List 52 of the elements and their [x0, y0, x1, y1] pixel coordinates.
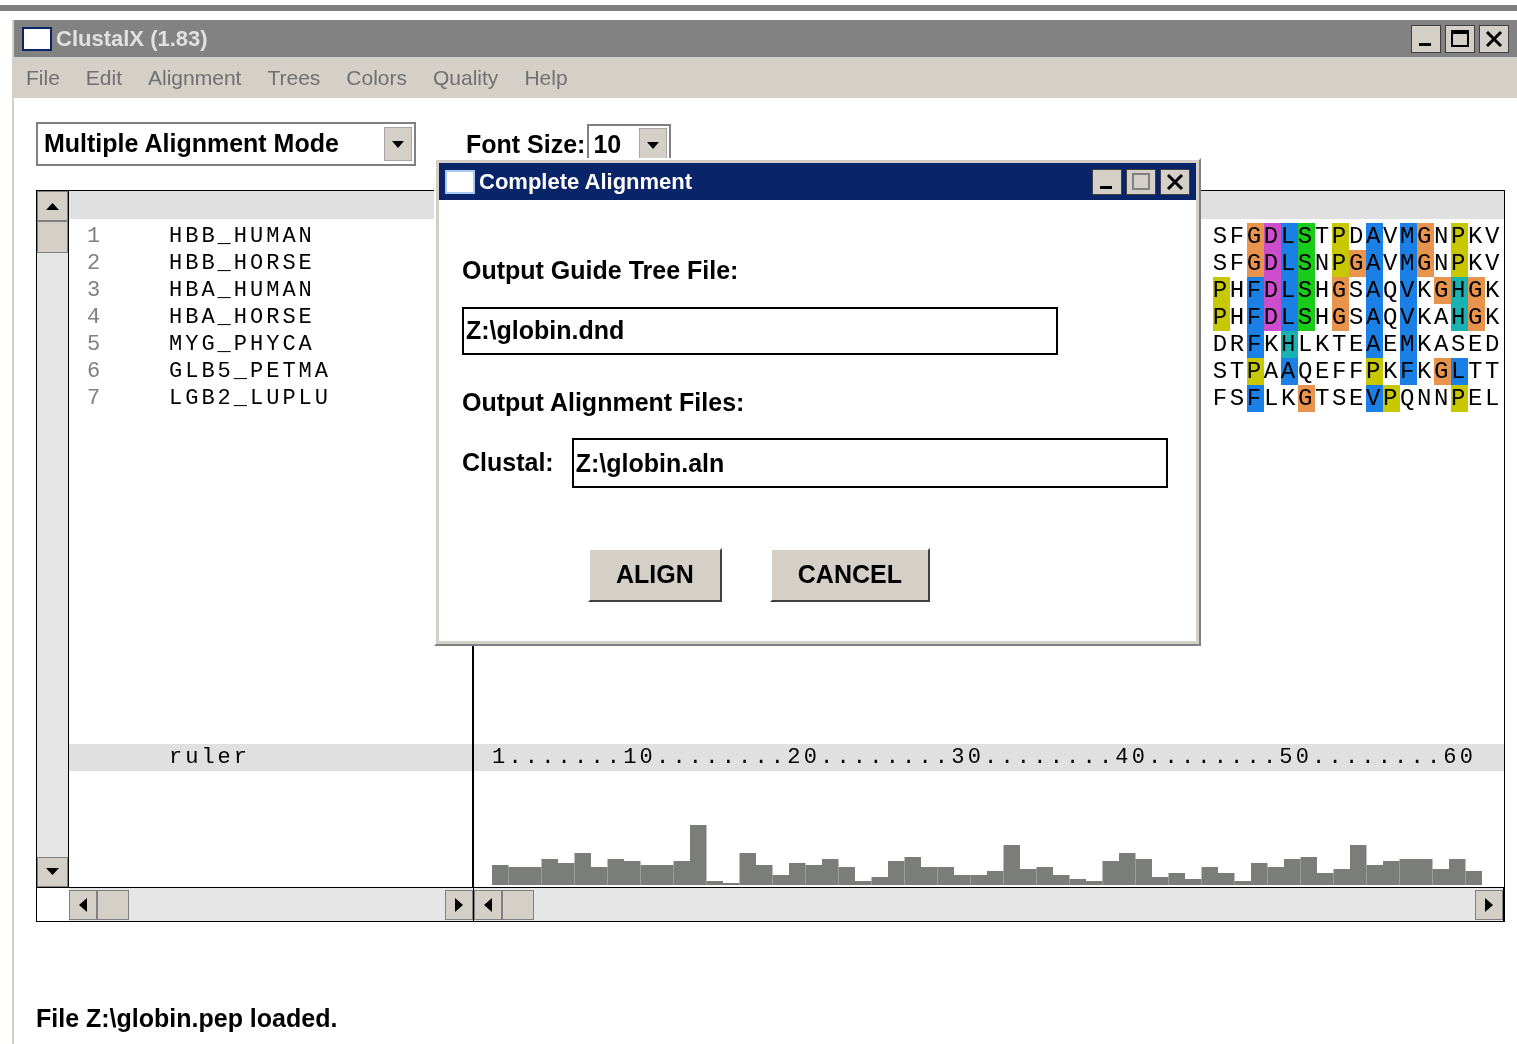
- histogram-bar: [492, 865, 509, 885]
- dialog-button[interactable]: CANCEL: [769, 548, 930, 602]
- window-title: ClustalX (1.83): [56, 25, 208, 53]
- window-icon: [445, 169, 475, 194]
- sequence-row: FS F LKG TSEV P QNN P EL: [1212, 385, 1502, 412]
- row-number: 6: [86, 358, 102, 386]
- histogram-bar: [970, 875, 987, 885]
- maximize-button[interactable]: [1445, 24, 1475, 53]
- status-message: File Z:\globin.pep loaded.: [36, 1003, 339, 1034]
- field-label: Output Alignment Files:: [462, 386, 746, 418]
- scroll-up-button[interactable]: [37, 191, 68, 221]
- row-number: 5: [86, 331, 102, 359]
- scrollbar-thumb[interactable]: [502, 889, 534, 920]
- sequence-row: P H F D L S H G SAQV KAH G K: [1212, 304, 1502, 331]
- ruler-scale: 1.......10........20........30........40........50........60: [492, 744, 1477, 772]
- field-label: Output Guide Tree File:: [462, 255, 740, 286]
- ruler-label: ruler: [169, 744, 250, 772]
- field-label: Clustal:: [462, 447, 554, 479]
- minimize-button[interactable]: [1092, 168, 1122, 195]
- sequence-row: SF G D L STP DAVM G N P KV: [1212, 223, 1502, 250]
- minimize-button[interactable]: [1411, 24, 1441, 53]
- window-icon: [22, 26, 52, 51]
- sequence-row: SF G D L S N P GAVM G N P KV: [1212, 250, 1502, 277]
- histogram-bar: [1383, 861, 1400, 885]
- guide-tree-file-field[interactable]: Z:\globin.dnd: [462, 306, 1058, 355]
- mode-dropdown[interactable]: Multiple Alignment Mode: [36, 122, 416, 166]
- dialog-title: Complete Alignment: [479, 168, 693, 196]
- font-size-label: Font Size:: [466, 129, 586, 161]
- dropdown-arrow-icon: [384, 127, 412, 161]
- row-number: 7: [86, 385, 102, 413]
- clustal-file-field[interactable]: Z:\globin.aln: [571, 438, 1168, 488]
- row-number: 4: [86, 304, 102, 332]
- sequence-row: P H F D L S H G SAQV KG H G K: [1212, 277, 1502, 304]
- scroll-left-button[interactable]: [69, 889, 97, 920]
- row-number: 1: [86, 223, 102, 251]
- dialog-button[interactable]: ALIGN: [588, 548, 722, 602]
- histogram-bar: [657, 865, 674, 885]
- sequence-row: DR F K H LKTEAEM KASED: [1212, 331, 1502, 358]
- histogram-bar: [624, 861, 641, 885]
- scrollbar-thumb[interactable]: [97, 889, 129, 920]
- scroll-right-button[interactable]: [445, 889, 473, 920]
- close-button[interactable]: [1479, 24, 1509, 53]
- row-number: 3: [86, 277, 102, 305]
- scrollbar-thumb[interactable]: [37, 221, 68, 253]
- scroll-right-button[interactable]: [1475, 889, 1503, 920]
- sequence-row: STPAAQEFF P K F KG L TT: [1212, 358, 1502, 385]
- histogram-bar: [1119, 853, 1136, 885]
- close-button[interactable]: [1160, 168, 1190, 195]
- scroll-down-button[interactable]: [37, 857, 68, 887]
- maximize-button[interactable]: [1126, 168, 1156, 195]
- row-number: 2: [86, 250, 102, 278]
- scroll-left-button[interactable]: [474, 889, 502, 920]
